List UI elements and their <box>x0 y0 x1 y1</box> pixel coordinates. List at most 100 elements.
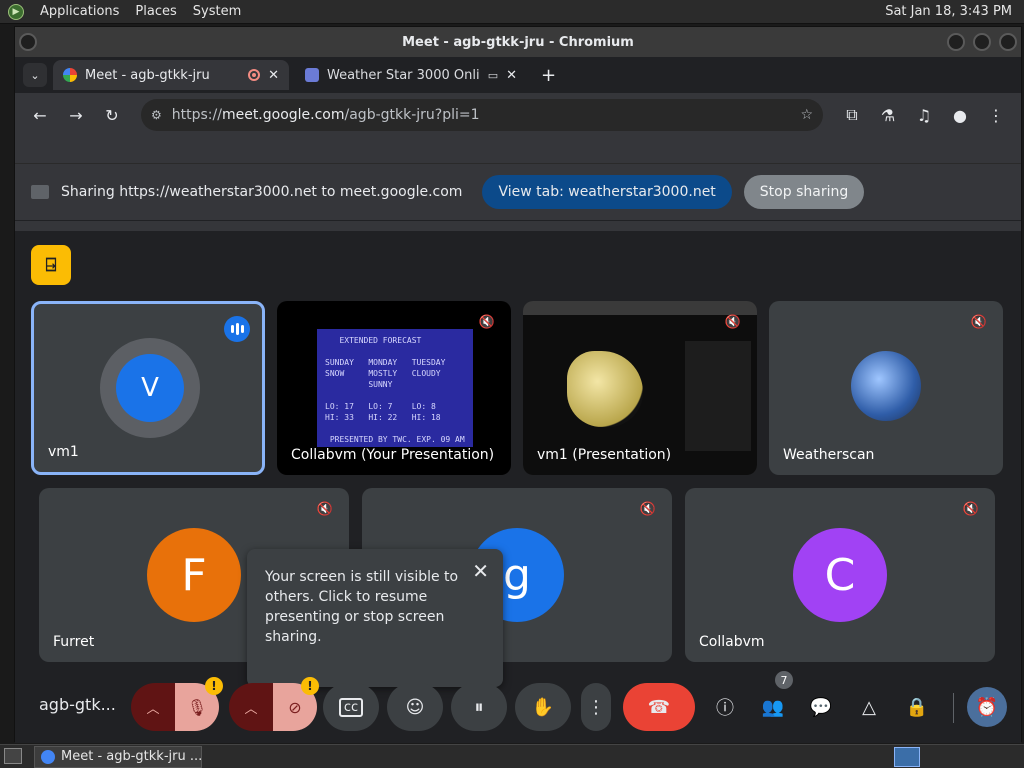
screen-share-icon <box>31 185 49 199</box>
window-menu-button[interactable] <box>19 33 37 51</box>
extensions-icon[interactable]: ⧉ <box>837 100 867 130</box>
stop-sharing-button[interactable]: Stop sharing <box>743 175 865 209</box>
participant-name-furret: Furret <box>53 634 95 650</box>
window-title: Meet - agb-gtkk-jru - Chromium <box>402 34 634 50</box>
maximize-button[interactable] <box>973 33 991 51</box>
chrome-favicon-icon <box>63 68 77 82</box>
desktop-menu-bar: ▶ Applications Places System <box>0 3 241 20</box>
meeting-code[interactable]: agb-gtk... <box>39 695 116 714</box>
tab-weatherstar-label: Weather Star 3000 Onlin <box>327 67 480 83</box>
mic-off-icon: 🔇 <box>478 315 495 330</box>
mic-off-icon: 🔇 <box>639 502 656 517</box>
meeting-details-icon[interactable]: ⓘ <box>711 693 739 721</box>
tab-search-button[interactable]: ⌄ <box>23 63 47 87</box>
more-vert-icon: ⋮ <box>587 696 605 718</box>
menu-places[interactable]: Places <box>135 4 176 19</box>
tab-meet-close-icon[interactable]: ✕ <box>268 68 279 83</box>
show-desktop-icon[interactable] <box>4 748 22 764</box>
address-bar[interactable]: ⚙ https://meet.google.com/agb-gtkk-jru?p… <box>141 99 823 131</box>
chip-image <box>567 351 643 427</box>
participant-name-vm1: vm1 <box>48 444 79 460</box>
menu-system[interactable]: System <box>193 4 241 19</box>
present-button[interactable]: ⏸ <box>451 683 507 731</box>
minimize-button[interactable] <box>947 33 965 51</box>
companion-clock-icon[interactable]: ⏰ <box>967 687 1007 727</box>
participant-tile-collabvm[interactable]: 🔇 C Collabvm <box>685 488 995 662</box>
participant-tile-weatherscan[interactable]: 🔇 Weatherscan <box>769 301 1003 475</box>
captions-icon: cc <box>338 697 364 717</box>
sharing-screen-icon: ▭ <box>487 68 499 82</box>
more-menu-icon[interactable]: ⋮ <box>981 100 1011 130</box>
toolbar-spacer <box>15 137 1021 163</box>
participant-tile-vm1[interactable]: V vm1 <box>31 301 265 475</box>
activities-shapes-icon[interactable]: △ <box>855 693 883 721</box>
host-controls-lock-icon[interactable]: 🔒 <box>903 693 931 721</box>
meet-control-bar: agb-gtk... ︿ 🎙 ! ︿ ⊘ ! cc ☺ ⏸ ✋ ⋮ ☎ ⓘ 👥 … <box>15 671 1021 743</box>
close-window-button[interactable] <box>999 33 1017 51</box>
mic-off-icon: 🔇 <box>970 315 987 330</box>
labs-flask-icon[interactable]: ⚗ <box>873 100 903 130</box>
mic-off-icon: 🔇 <box>962 502 979 517</box>
taskbar-item-label: Meet - agb-gtkk-jru ... <box>61 749 202 764</box>
site-info-icon[interactable]: ⚙ <box>151 108 162 122</box>
desktop-taskbar: Meet - agb-gtkk-jru ... <box>0 744 1024 768</box>
workspace-switcher-icon[interactable] <box>894 747 920 767</box>
participant-tile-vm1-presentation[interactable]: 🔇 vm1 (Presentation) <box>523 301 757 475</box>
end-call-icon: ☎ <box>647 696 671 718</box>
camera-options-chevron-icon[interactable]: ︿ <box>229 683 273 731</box>
back-button[interactable]: ← <box>25 100 55 130</box>
bookmark-star-icon[interactable]: ☆ <box>800 107 813 123</box>
desktop-clock[interactable]: Sat Jan 18, 3:43 PM <box>885 4 1024 19</box>
menu-applications[interactable]: Applications <box>40 4 119 19</box>
camera-warning-badge: ! <box>301 677 319 695</box>
screen-visible-tooltip: Your screen is still visible to others. … <box>247 549 503 698</box>
tab-weatherstar-close-icon[interactable]: ✕ <box>506 68 517 83</box>
avatar-furret: F <box>147 528 241 622</box>
chat-icon[interactable]: 💬 <box>807 693 835 721</box>
control-separator <box>953 693 954 723</box>
view-tab-button[interactable]: View tab: weatherstar3000.net <box>482 175 732 209</box>
participant-name-collabvm-presentation: Collabvm (Your Presentation) <box>291 447 495 463</box>
mic-options-chevron-icon[interactable]: ︿ <box>131 683 175 731</box>
captions-button[interactable]: cc <box>323 683 379 731</box>
mic-warning-badge: ! <box>205 677 223 695</box>
tab-weatherstar[interactable]: Weather Star 3000 Onlin ▭ ✕ <box>295 60 527 90</box>
participant-name-vm1-presentation: vm1 (Presentation) <box>537 447 672 463</box>
sharing-message: Sharing https://weatherstar3000.net to m… <box>61 184 463 200</box>
tab-meet-label: Meet - agb-gtkk-jru <box>85 67 210 83</box>
raise-hand-button[interactable]: ✋ <box>515 683 571 731</box>
desktop-top-panel: ▶ Applications Places System Sat Jan 18,… <box>0 0 1024 24</box>
avatar-collabvm: C <box>793 528 887 622</box>
presentation-forecast-screen: EXTENDED FORECAST SUNDAY MONDAY TUESDAY … <box>317 329 473 447</box>
reactions-button[interactable]: ☺ <box>387 683 443 731</box>
people-count-badge: 7 <box>775 671 793 689</box>
forward-button[interactable]: → <box>61 100 91 130</box>
weatherstar-favicon-icon <box>305 68 319 82</box>
sidebar-thumbnails <box>685 341 751 451</box>
chromium-icon <box>41 749 55 764</box>
applications-logo-icon[interactable]: ▶ <box>8 3 24 20</box>
window-titlebar: Meet - agb-gtkk-jru - Chromium <box>15 27 1021 57</box>
media-controls-icon[interactable]: ♫ <box>909 100 939 130</box>
browser-window: Meet - agb-gtkk-jru - Chromium ⌄ Meet - … <box>14 26 1022 743</box>
avatar-weatherscan <box>851 351 921 421</box>
tab-meet[interactable]: Meet - agb-gtkk-jru ✕ <box>53 60 289 90</box>
participant-tile-collabvm-presentation[interactable]: EXTENDED FORECAST SUNDAY MONDAY TUESDAY … <box>277 301 511 475</box>
more-options-button[interactable]: ⋮ <box>581 683 611 731</box>
participant-name-weatherscan: Weatherscan <box>783 447 875 463</box>
taskbar-item-meet[interactable]: Meet - agb-gtkk-jru ... <box>34 745 202 768</box>
mic-off-icon: 🔇 <box>724 315 741 330</box>
new-tab-button[interactable]: + <box>533 65 564 86</box>
reload-button[interactable]: ↻ <box>97 100 127 130</box>
avatar-vm1: V <box>116 354 184 422</box>
pause-presenting-icon: ⏸ <box>474 696 484 718</box>
leave-call-button[interactable]: ☎ <box>623 683 695 731</box>
tooltip-close-icon[interactable]: ✕ <box>472 561 489 581</box>
profile-icon[interactable]: ● <box>945 100 975 130</box>
mic-off-icon: 🎙 <box>186 697 208 717</box>
chevron-down-icon: ⌄ <box>30 68 40 82</box>
people-icon[interactable]: 👥 <box>759 693 787 721</box>
leave-door-icon[interactable]: ⍈ <box>31 245 71 285</box>
hand-icon: ✋ <box>531 696 555 718</box>
emoji-icon: ☺ <box>405 696 425 718</box>
